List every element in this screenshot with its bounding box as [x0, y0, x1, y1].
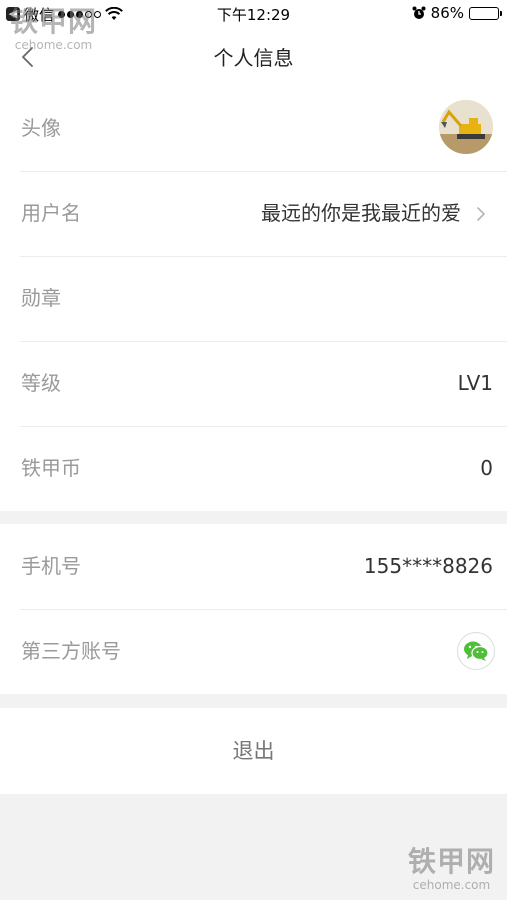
- watermark-cn: 铁甲网: [407, 845, 495, 878]
- phone-row[interactable]: 手机号 155****8826: [0, 524, 507, 609]
- username-value-wrap: 最远的你是我最近的爱: [261, 171, 487, 256]
- medal-row[interactable]: 勋章: [0, 256, 507, 341]
- logout-button[interactable]: 退出: [0, 708, 507, 794]
- watermark-cn: 铁甲网: [10, 5, 98, 38]
- chevron-right-icon: [477, 206, 485, 221]
- status-bar-right: 86%: [412, 4, 502, 22]
- battery-icon: [469, 6, 502, 20]
- alarm-icon: [412, 6, 426, 19]
- watermark-en: cehome.com: [14, 38, 93, 52]
- avatar[interactable]: [439, 100, 493, 154]
- level-label: 等级: [21, 371, 61, 395]
- wechat-icon[interactable]: [457, 632, 495, 670]
- coin-row[interactable]: 铁甲币 0: [0, 426, 507, 511]
- coin-value: 0: [480, 456, 493, 480]
- watermark-en: cehome.com: [412, 878, 491, 892]
- level-row[interactable]: 等级 LV1: [0, 341, 507, 426]
- medal-label: 勋章: [21, 286, 61, 310]
- username-value: 最远的你是我最近的爱: [261, 201, 461, 225]
- coin-label: 铁甲币: [21, 456, 81, 480]
- excavator-photo: [439, 100, 493, 154]
- phone-value: 155****8826: [363, 554, 493, 578]
- level-value: LV1: [457, 371, 493, 395]
- avatar-label: 头像: [21, 116, 61, 140]
- watermark-top: 铁甲网 cehome.com: [10, 5, 98, 53]
- avatar-row[interactable]: 头像: [0, 86, 507, 171]
- battery-percent: 86%: [430, 4, 464, 22]
- account-section: 手机号 155****8826 第三方账号: [0, 524, 507, 694]
- profile-section: 头像 用户名 最远的你是我最近的爱 勋章 等级 LV1 铁甲币 0: [0, 86, 507, 511]
- username-label: 用户名: [21, 201, 81, 225]
- watermark-bottom: 铁甲网 cehome.com: [407, 845, 495, 893]
- third-party-label: 第三方账号: [21, 639, 121, 663]
- username-row[interactable]: 用户名 最远的你是我最近的爱: [0, 171, 507, 256]
- phone-label: 手机号: [21, 554, 81, 578]
- third-party-row[interactable]: 第三方账号: [0, 609, 507, 694]
